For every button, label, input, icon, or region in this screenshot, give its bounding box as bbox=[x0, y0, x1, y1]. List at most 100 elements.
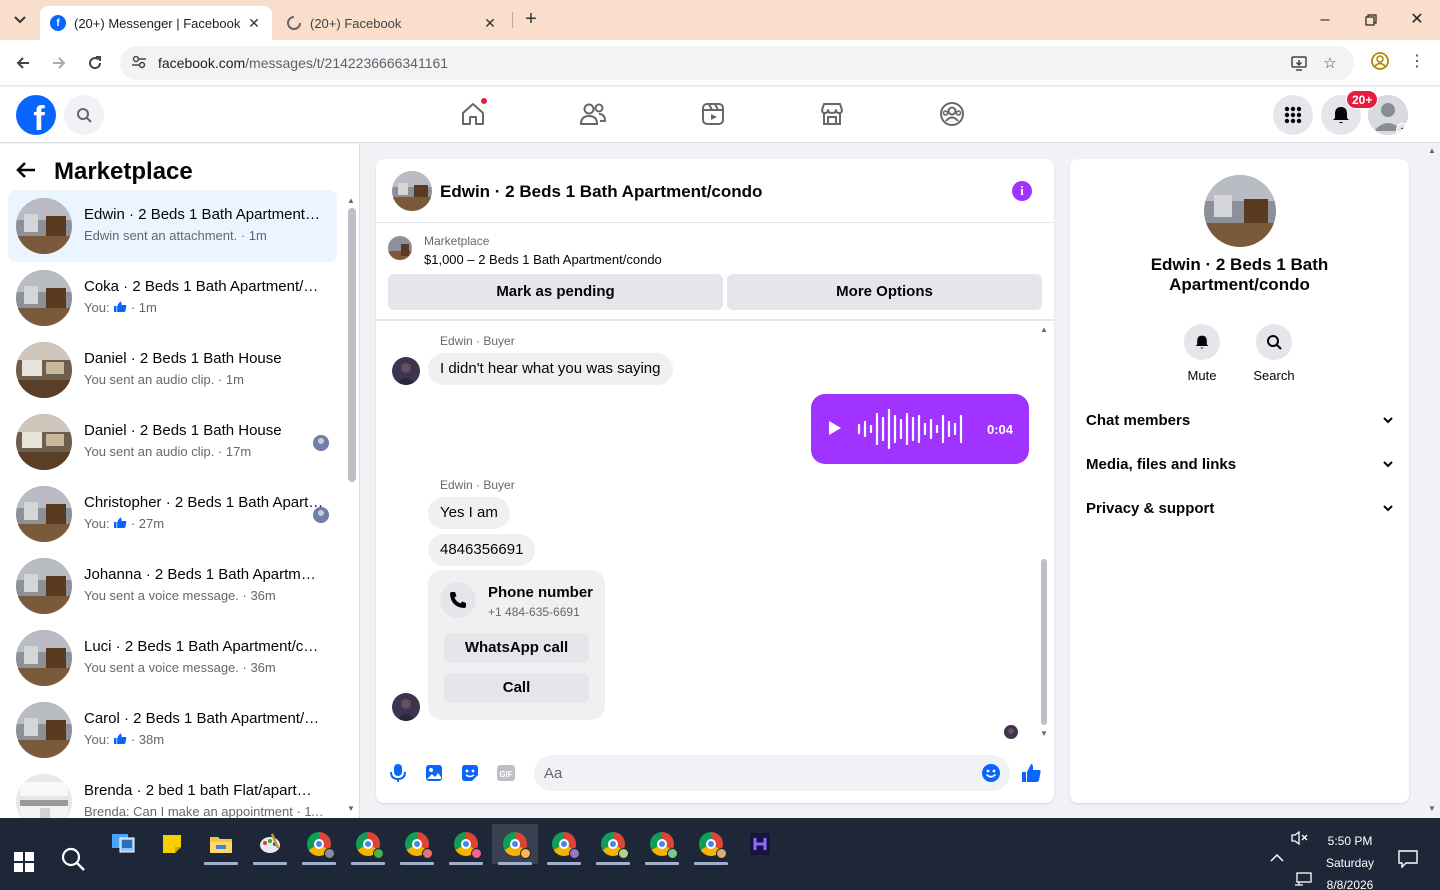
call-button[interactable]: Call bbox=[444, 673, 589, 703]
microphone-icon[interactable] bbox=[387, 762, 409, 784]
listing-thumbnail[interactable] bbox=[388, 236, 412, 260]
conversation-item[interactable]: Brenda · 2 bed 1 bath Flat/apartment Bren… bbox=[8, 766, 337, 818]
chat-scrollbar[interactable] bbox=[1041, 559, 1047, 725]
conversation-item[interactable]: Johanna · 2 Beds 1 Bath Apartment/condo Y… bbox=[8, 550, 337, 622]
reload-button[interactable] bbox=[82, 50, 108, 76]
taskbar-computer-app[interactable] bbox=[100, 824, 146, 864]
more-options-button[interactable]: More Options bbox=[727, 274, 1042, 310]
taskbar-chrome-window[interactable] bbox=[394, 824, 440, 865]
tab-messenger[interactable]: f (20+) Messenger | Facebook ✕ bbox=[40, 6, 272, 40]
snippet-text: You sent an audio clip. · 1m bbox=[84, 372, 244, 387]
taskbar-purple-app[interactable] bbox=[737, 824, 783, 864]
snippet-prefix: You: bbox=[84, 300, 110, 315]
chevron-down-icon: ▾ bbox=[1396, 123, 1408, 135]
privacy-support-section[interactable]: Privacy & support bbox=[1078, 486, 1401, 530]
tray-overflow-chevron-icon[interactable] bbox=[1270, 852, 1284, 866]
url-text[interactable]: facebook.com/messages/t/2142236666341161 bbox=[158, 55, 448, 71]
close-tab-icon[interactable]: ✕ bbox=[482, 15, 498, 32]
taskbar-file-explorer-app[interactable] bbox=[198, 824, 244, 865]
address-bar[interactable]: facebook.com/messages/t/2142236666341161… bbox=[120, 46, 1354, 80]
sidebar-scrollbar[interactable] bbox=[348, 208, 356, 482]
sender-avatar[interactable] bbox=[392, 693, 420, 721]
conversation-item[interactable]: Daniel · 2 Beds 1 Bath House You sent an … bbox=[8, 406, 337, 478]
groups-nav-button[interactable] bbox=[937, 99, 967, 129]
new-tab-button[interactable]: + bbox=[520, 8, 542, 30]
browser-menu-icon[interactable]: ⋮ bbox=[1405, 51, 1429, 75]
mark-pending-button[interactable]: Mark as pending bbox=[388, 274, 723, 310]
home-nav-button[interactable] bbox=[458, 97, 488, 129]
sticker-icon[interactable] bbox=[459, 762, 481, 784]
taskbar-paint-app[interactable] bbox=[247, 824, 293, 865]
restore-button[interactable] bbox=[1348, 6, 1394, 34]
message-bubble[interactable]: 4846356691 bbox=[428, 534, 536, 566]
taskbar-chrome-window[interactable] bbox=[296, 824, 342, 865]
chat-members-section[interactable]: Chat members bbox=[1078, 398, 1401, 442]
media-files-links-section[interactable]: Media, files and links bbox=[1078, 442, 1401, 486]
tab-search-button[interactable] bbox=[8, 8, 32, 32]
conversation-item[interactable]: Carol · 2 Beds 1 Bath Apartment/condo You… bbox=[8, 694, 337, 766]
message-bubble[interactable]: Yes I am bbox=[428, 497, 510, 529]
bookmark-star-icon[interactable]: ☆ bbox=[1321, 54, 1339, 72]
taskbar-chrome-window[interactable] bbox=[639, 824, 685, 865]
info-icon[interactable]: i bbox=[1012, 181, 1032, 201]
groups-icon bbox=[940, 102, 964, 126]
back-button[interactable] bbox=[10, 50, 36, 76]
listing-title[interactable]: $1,000 – 2 Beds 1 Bath Apartment/condo bbox=[424, 252, 662, 267]
friends-nav-button[interactable] bbox=[578, 99, 608, 129]
action-center-icon[interactable] bbox=[1398, 850, 1418, 871]
chat-title[interactable]: Edwin · 2 Beds 1 Bath Apartment/condo bbox=[440, 182, 762, 202]
scroll-down-arrow[interactable]: ▼ bbox=[347, 804, 355, 813]
taskbar-search-icon[interactable] bbox=[60, 846, 86, 872]
forward-button[interactable] bbox=[46, 50, 72, 76]
mute-button[interactable]: Mute bbox=[1172, 324, 1232, 383]
taskbar-chrome-window[interactable] bbox=[688, 824, 734, 865]
play-icon[interactable] bbox=[829, 421, 841, 435]
like-icon[interactable] bbox=[1020, 762, 1042, 784]
tab-facebook[interactable]: (20+) Facebook ✕ bbox=[276, 6, 508, 40]
waveform-icon bbox=[857, 408, 963, 450]
install-app-icon[interactable] bbox=[1290, 54, 1308, 72]
gif-icon[interactable]: GIF bbox=[495, 762, 517, 784]
taskbar-chrome-window-active[interactable] bbox=[492, 824, 538, 865]
photo-icon[interactable] bbox=[423, 762, 445, 784]
message-input[interactable] bbox=[534, 755, 1010, 791]
search-button[interactable] bbox=[64, 95, 104, 135]
facebook-logo[interactable]: f bbox=[16, 95, 56, 135]
close-tab-icon[interactable]: ✕ bbox=[246, 15, 262, 32]
emoji-icon[interactable] bbox=[980, 762, 1002, 784]
taskbar-chrome-window[interactable] bbox=[590, 824, 636, 865]
conversation-item[interactable]: Christopher · 2 Beds 1 Bath Apartment/co… bbox=[8, 478, 337, 550]
close-window-button[interactable]: ✕ bbox=[1394, 6, 1440, 34]
audio-message[interactable]: 0:04 bbox=[811, 394, 1029, 464]
conversation-item[interactable]: Edwin · 2 Beds 1 Bath Apartment/condo Edw… bbox=[8, 190, 337, 262]
system-clock[interactable]: 5:50 PM Saturday 8/8/2026 bbox=[1318, 830, 1382, 890]
sender-avatar[interactable] bbox=[392, 357, 420, 385]
details-avatar[interactable] bbox=[1204, 175, 1276, 247]
minimize-button[interactable]: – bbox=[1302, 6, 1348, 34]
taskbar-sticky-notes-app[interactable] bbox=[149, 824, 195, 864]
conversation-item[interactable]: Coka · 2 Beds 1 Bath Apartment/condo You:… bbox=[8, 262, 337, 334]
scroll-up-arrow[interactable]: ▲ bbox=[347, 196, 355, 205]
scroll-down-arrow[interactable]: ▼ bbox=[1040, 729, 1048, 738]
chat-avatar[interactable] bbox=[392, 171, 432, 211]
taskbar-chrome-window[interactable] bbox=[541, 824, 587, 865]
page-scroll-down-arrow[interactable]: ▼ bbox=[1428, 804, 1436, 813]
taskbar-chrome-window[interactable] bbox=[443, 824, 489, 865]
marketplace-nav-button[interactable] bbox=[817, 99, 847, 129]
profile-icon[interactable] bbox=[1368, 51, 1392, 75]
site-settings-icon[interactable] bbox=[130, 54, 148, 72]
back-arrow-icon[interactable] bbox=[16, 158, 36, 186]
conversation-item[interactable]: Daniel · 2 Beds 1 Bath House You sent an … bbox=[8, 334, 337, 406]
search-in-conversation-button[interactable]: Search bbox=[1244, 324, 1304, 383]
menu-button[interactable] bbox=[1273, 95, 1313, 135]
video-nav-button[interactable] bbox=[698, 99, 728, 129]
volume-muted-icon[interactable] bbox=[1290, 830, 1308, 849]
taskbar-chrome-window[interactable] bbox=[345, 824, 391, 865]
message-bubble[interactable]: I didn't hear what you was saying bbox=[428, 353, 673, 385]
scroll-up-arrow[interactable]: ▲ bbox=[1040, 325, 1048, 334]
conversation-item[interactable]: Luci · 2 Beds 1 Bath Apartment/condo You … bbox=[8, 622, 337, 694]
whatsapp-call-button[interactable]: WhatsApp call bbox=[444, 633, 589, 663]
page-scroll-up-arrow[interactable]: ▲ bbox=[1428, 146, 1436, 155]
windows-start-icon[interactable] bbox=[14, 852, 34, 872]
network-icon[interactable] bbox=[1294, 872, 1312, 889]
